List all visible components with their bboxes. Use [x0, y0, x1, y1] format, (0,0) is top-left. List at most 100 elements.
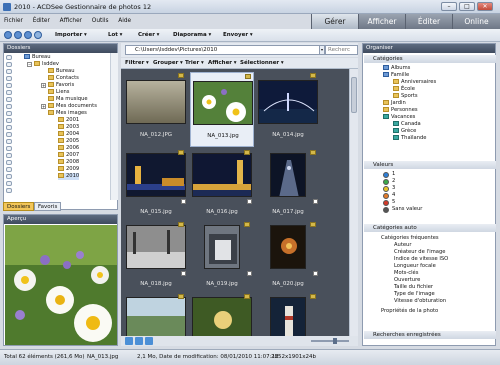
category-famille[interactable]: Famille — [383, 72, 409, 79]
category-sports[interactable]: Sports — [393, 93, 418, 100]
menu-afficher[interactable]: Afficher — [56, 14, 86, 29]
diaporama-menu[interactable]: Diaporama ▾ — [173, 32, 211, 38]
collapse-icon[interactable]: − — [27, 62, 32, 67]
search-input[interactable]: Recherc — [325, 45, 358, 55]
file-thumbnail-selected[interactable]: NA_013.jpg — [190, 72, 254, 147]
up-folder-icon[interactable] — [24, 31, 32, 39]
auto-cat-type[interactable]: Type de l'image — [394, 291, 435, 298]
grid-scrollbar[interactable] — [349, 69, 358, 336]
auto-cat-ouverture[interactable]: Ouverture — [394, 277, 420, 284]
tree-item-mes-images[interactable]: Mes images — [48, 110, 87, 117]
refresh-icon[interactable] — [34, 31, 42, 39]
auto-cat-vitesse[interactable]: Vitesse d'obturation — [394, 298, 446, 305]
file-thumbnail[interactable]: NA_012.JPG — [124, 72, 188, 147]
view-mode-icon[interactable] — [125, 337, 133, 345]
envoyer-menu[interactable]: Envoyer ▾ — [223, 32, 253, 38]
file-thumbnail[interactable] — [124, 293, 188, 336]
auto-categories-header[interactable]: Catégories auto — [364, 224, 496, 232]
scrollbar-thumb[interactable] — [351, 77, 357, 113]
tree-item-2009[interactable]: 2009 — [58, 166, 79, 173]
tab-dossiers[interactable]: Dossiers — [3, 202, 35, 211]
tab-favoris[interactable]: Favoris — [34, 202, 62, 211]
creer-menu[interactable]: Créer ▾ — [138, 32, 159, 38]
tree-item-mes-documents[interactable]: Mes documents — [48, 103, 97, 110]
grouper-menu[interactable]: Grouper ▾ — [153, 60, 183, 66]
mode-online-tab[interactable]: Online — [452, 14, 500, 29]
tree-item-bureau[interactable]: Bureau — [24, 54, 51, 61]
close-button[interactable]: ✕ — [477, 2, 493, 11]
select-checkbox[interactable] — [313, 199, 318, 204]
importer-menu[interactable]: Importer ▾ — [55, 32, 87, 38]
file-thumbnail[interactable] — [256, 293, 320, 336]
tree-item-2004[interactable]: 2004 — [58, 131, 79, 138]
back-icon[interactable] — [4, 31, 12, 39]
menu-outils[interactable]: Outils — [88, 14, 113, 29]
ratings-header[interactable]: Valeurs — [364, 161, 496, 169]
expand-icon[interactable]: + — [41, 83, 46, 88]
mode-afficher-tab[interactable]: Afficher — [358, 14, 405, 29]
menu-fichier[interactable]: Fichier — [0, 14, 27, 29]
rating-none[interactable]: Sans valeur — [392, 206, 422, 213]
auto-cat-frequentes[interactable]: Catégories fréquentes — [381, 235, 439, 242]
expand-icon[interactable]: + — [41, 104, 46, 109]
auto-cat-proprietes[interactable]: Propriétés de la photo — [381, 308, 438, 315]
auto-cat-mots-cles[interactable]: Mots-clés — [394, 270, 418, 277]
filtrer-menu[interactable]: Filtrer ▾ — [125, 60, 149, 66]
zoom-slider[interactable] — [311, 340, 349, 342]
afficher-filter-menu[interactable]: Afficher ▾ — [208, 60, 237, 66]
file-thumbnail[interactable]: NA_019.jpg — [190, 221, 254, 296]
tree-item-2005[interactable]: 2005 — [58, 138, 79, 145]
file-thumbnail[interactable]: NA_014.jpg — [256, 72, 320, 147]
select-checkbox[interactable] — [181, 199, 186, 204]
auto-cat-focale[interactable]: Longueur focale — [394, 263, 436, 270]
tree-item-2008[interactable]: 2008 — [58, 159, 79, 166]
category-vacances[interactable]: Vacances — [383, 114, 415, 121]
category-anniversaires[interactable]: Anniversaires — [393, 79, 436, 86]
zoom-slider-thumb[interactable] — [333, 338, 337, 344]
file-thumbnail[interactable]: NA_018.jpg — [124, 221, 188, 296]
category-personnes[interactable]: Personnes — [383, 107, 418, 114]
selectionner-menu[interactable]: Sélectionner ▾ — [240, 60, 284, 66]
category-ecole[interactable]: École — [393, 86, 415, 93]
select-checkbox[interactable] — [247, 199, 252, 204]
category-jardin[interactable]: Jardin — [383, 100, 406, 107]
rating-2[interactable]: 2 — [392, 178, 395, 185]
file-thumbnail[interactable]: NA_015.jpg — [124, 149, 188, 224]
tree-item-2001[interactable]: 2001 — [58, 117, 79, 124]
rating-3[interactable]: 3 — [392, 185, 395, 192]
category-canada[interactable]: Canada — [393, 121, 421, 128]
tree-item-2006[interactable]: 2006 — [58, 145, 79, 152]
tree-item-favoris[interactable]: Favoris — [48, 82, 74, 89]
tree-item-2010[interactable]: 2010 — [58, 173, 80, 180]
maximize-button[interactable]: □ — [459, 2, 475, 11]
tree-item-contacts[interactable]: Contacts — [48, 75, 79, 82]
select-checkbox[interactable] — [247, 271, 252, 276]
rating-1[interactable]: 1 — [392, 171, 395, 178]
forward-icon[interactable] — [14, 31, 22, 39]
select-checkbox[interactable] — [181, 271, 186, 276]
menu-aide[interactable]: Aide — [114, 14, 135, 29]
category-thailande[interactable]: Thaïlande — [393, 135, 426, 142]
tree-item-bureau-user[interactable]: Bureau — [48, 68, 75, 75]
file-thumbnail[interactable] — [190, 293, 254, 336]
auto-cat-iso[interactable]: Indice de vitesse ISO — [394, 256, 448, 263]
saved-searches-header[interactable]: Recherches enregistrées — [364, 331, 496, 339]
category-albums[interactable]: Albums — [383, 65, 410, 72]
tree-item-ma-musique[interactable]: Ma musique — [48, 96, 88, 103]
tree-item-lsddev[interactable]: lsddev — [34, 61, 59, 68]
rotate-right-icon[interactable] — [145, 337, 153, 345]
path-input[interactable]: C:\Users\lsddev\Pictures\2010 — [125, 45, 320, 55]
rating-4[interactable]: 4 — [392, 192, 395, 199]
rating-5[interactable]: 5 — [392, 199, 395, 206]
menu-editer[interactable]: Éditer — [29, 14, 54, 29]
file-thumbnail[interactable]: NA_017.jpg — [256, 149, 320, 224]
category-grece[interactable]: Grèce — [393, 128, 416, 135]
tree-item-2003[interactable]: 2003 — [58, 124, 79, 131]
select-checkbox[interactable] — [313, 271, 318, 276]
tree-item-liens[interactable]: Liens — [48, 89, 70, 96]
tree-item-2007[interactable]: 2007 — [58, 152, 79, 159]
mode-editer-tab[interactable]: Éditer — [405, 14, 452, 29]
categories-header[interactable]: Catégories — [364, 55, 496, 63]
auto-cat-auteur[interactable]: Auteur — [394, 242, 411, 249]
minimize-button[interactable]: – — [441, 2, 457, 11]
